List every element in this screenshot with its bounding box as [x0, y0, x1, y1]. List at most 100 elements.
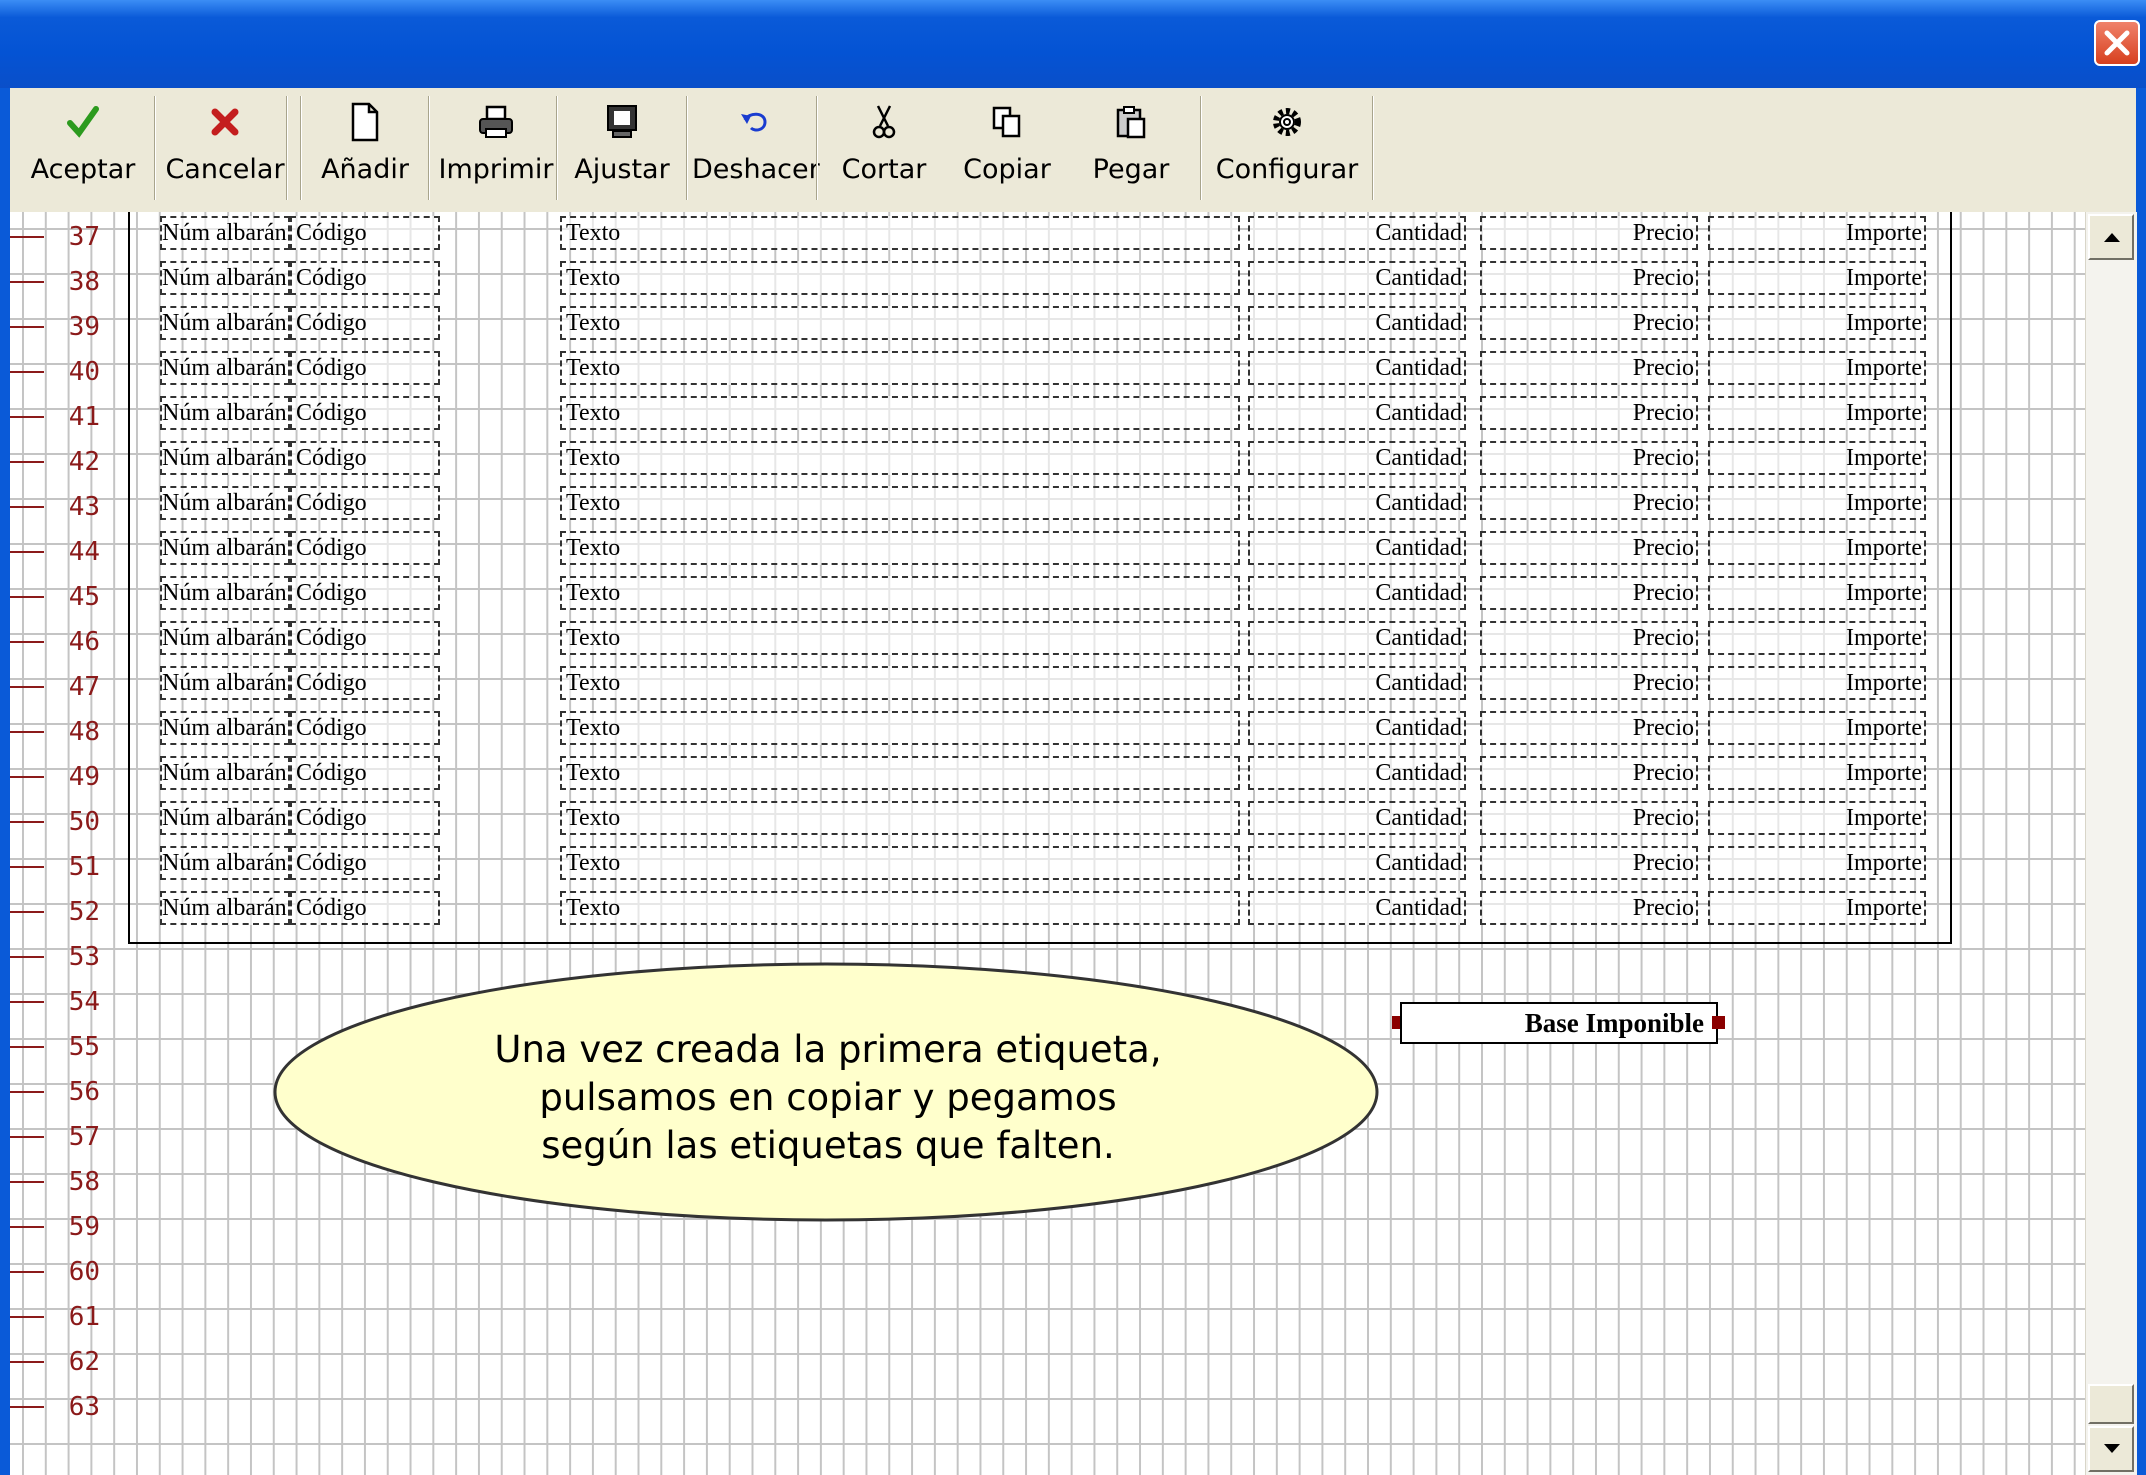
field-texto[interactable]: Texto — [560, 576, 1240, 610]
field-num-albaran[interactable]: Núm albarán — [160, 846, 290, 880]
field-codigo[interactable]: Código — [290, 531, 440, 565]
field-num-albaran[interactable]: Núm albarán — [160, 891, 290, 925]
field-num-albaran[interactable]: Núm albarán — [160, 801, 290, 835]
field-precio[interactable]: Precio — [1480, 441, 1698, 475]
field-num-albaran[interactable]: Núm albarán — [160, 711, 290, 745]
field-precio[interactable]: Precio — [1480, 261, 1698, 295]
field-precio[interactable]: Precio — [1480, 486, 1698, 520]
field-cantidad[interactable]: Cantidad — [1248, 846, 1466, 880]
field-codigo[interactable]: Código — [290, 891, 440, 925]
field-importe[interactable]: Importe — [1708, 576, 1926, 610]
field-precio[interactable]: Precio — [1480, 756, 1698, 790]
field-precio[interactable]: Precio — [1480, 576, 1698, 610]
field-texto[interactable]: Texto — [560, 666, 1240, 700]
field-importe[interactable]: Importe — [1708, 216, 1926, 250]
field-codigo[interactable]: Código — [290, 351, 440, 385]
configurar-button[interactable]: Configurar — [1206, 92, 1368, 206]
base-imponible-label[interactable]: Base Imponible — [1400, 1002, 1718, 1044]
field-cantidad[interactable]: Cantidad — [1248, 261, 1466, 295]
field-cantidad[interactable]: Cantidad — [1248, 351, 1466, 385]
aceptar-button[interactable]: Aceptar — [18, 92, 148, 206]
field-importe[interactable]: Importe — [1708, 756, 1926, 790]
field-num-albaran[interactable]: Núm albarán — [160, 486, 290, 520]
field-codigo[interactable]: Código — [290, 216, 440, 250]
field-importe[interactable]: Importe — [1708, 351, 1926, 385]
field-cantidad[interactable]: Cantidad — [1248, 486, 1466, 520]
scroll-thumb[interactable] — [2088, 1384, 2134, 1424]
cortar-button[interactable]: Cortar — [822, 92, 946, 206]
field-codigo[interactable]: Código — [290, 756, 440, 790]
field-cantidad[interactable]: Cantidad — [1248, 711, 1466, 745]
field-codigo[interactable]: Código — [290, 666, 440, 700]
field-codigo[interactable]: Código — [290, 396, 440, 430]
pegar-button[interactable]: Pegar — [1068, 92, 1194, 206]
detail-band[interactable]: Núm albarán Código Texto Cantidad Precio Impo… — [128, 212, 1952, 944]
field-importe[interactable]: Importe — [1708, 306, 1926, 340]
field-importe[interactable]: Importe — [1708, 396, 1926, 430]
scroll-down-button[interactable] — [2088, 1426, 2134, 1472]
field-importe[interactable]: Importe — [1708, 801, 1926, 835]
field-cantidad[interactable]: Cantidad — [1248, 621, 1466, 655]
field-precio[interactable]: Precio — [1480, 216, 1698, 250]
field-precio[interactable]: Precio — [1480, 621, 1698, 655]
field-precio[interactable]: Precio — [1480, 801, 1698, 835]
field-importe[interactable]: Importe — [1708, 666, 1926, 700]
field-texto[interactable]: Texto — [560, 441, 1240, 475]
field-texto[interactable]: Texto — [560, 621, 1240, 655]
field-cantidad[interactable]: Cantidad — [1248, 891, 1466, 925]
resize-handle-right[interactable] — [1712, 1016, 1725, 1029]
field-cantidad[interactable]: Cantidad — [1248, 396, 1466, 430]
deshacer-button[interactable]: Deshacer — [692, 92, 820, 206]
field-precio[interactable]: Precio — [1480, 711, 1698, 745]
field-texto[interactable]: Texto — [560, 801, 1240, 835]
copiar-button[interactable]: Copiar — [946, 92, 1068, 206]
field-cantidad[interactable]: Cantidad — [1248, 531, 1466, 565]
field-texto[interactable]: Texto — [560, 306, 1240, 340]
ajustar-button[interactable]: Ajustar — [562, 92, 682, 206]
field-texto[interactable]: Texto — [560, 216, 1240, 250]
field-codigo[interactable]: Código — [290, 486, 440, 520]
field-texto[interactable]: Texto — [560, 756, 1240, 790]
field-precio[interactable]: Precio — [1480, 306, 1698, 340]
field-cantidad[interactable]: Cantidad — [1248, 666, 1466, 700]
field-codigo[interactable]: Código — [290, 846, 440, 880]
field-importe[interactable]: Importe — [1708, 891, 1926, 925]
field-importe[interactable]: Importe — [1708, 711, 1926, 745]
field-cantidad[interactable]: Cantidad — [1248, 576, 1466, 610]
field-codigo[interactable]: Código — [290, 621, 440, 655]
field-num-albaran[interactable]: Núm albarán — [160, 351, 290, 385]
field-precio[interactable]: Precio — [1480, 891, 1698, 925]
field-precio[interactable]: Precio — [1480, 396, 1698, 430]
field-cantidad[interactable]: Cantidad — [1248, 801, 1466, 835]
field-texto[interactable]: Texto — [560, 531, 1240, 565]
imprimir-button[interactable]: Imprimir — [434, 92, 558, 206]
field-num-albaran[interactable]: Núm albarán — [160, 216, 290, 250]
field-cantidad[interactable]: Cantidad — [1248, 306, 1466, 340]
field-codigo[interactable]: Código — [290, 261, 440, 295]
field-texto[interactable]: Texto — [560, 711, 1240, 745]
field-texto[interactable]: Texto — [560, 261, 1240, 295]
field-cantidad[interactable]: Cantidad — [1248, 441, 1466, 475]
field-texto[interactable]: Texto — [560, 891, 1240, 925]
field-texto[interactable]: Texto — [560, 486, 1240, 520]
field-precio[interactable]: Precio — [1480, 846, 1698, 880]
field-num-albaran[interactable]: Núm albarán — [160, 576, 290, 610]
field-num-albaran[interactable]: Núm albarán — [160, 306, 290, 340]
field-importe[interactable]: Importe — [1708, 531, 1926, 565]
field-num-albaran[interactable]: Núm albarán — [160, 531, 290, 565]
field-codigo[interactable]: Código — [290, 711, 440, 745]
field-texto[interactable]: Texto — [560, 396, 1240, 430]
field-num-albaran[interactable]: Núm albarán — [160, 396, 290, 430]
field-codigo[interactable]: Código — [290, 801, 440, 835]
field-num-albaran[interactable]: Núm albarán — [160, 441, 290, 475]
field-codigo[interactable]: Código — [290, 306, 440, 340]
field-num-albaran[interactable]: Núm albarán — [160, 261, 290, 295]
report-design-area[interactable]: 37 38 39 40 41 42 43 44 45 46 47 48 49 50 51 52 53 54 55 56… — [10, 212, 2085, 1475]
field-importe[interactable]: Importe — [1708, 441, 1926, 475]
field-importe[interactable]: Importe — [1708, 621, 1926, 655]
field-cantidad[interactable]: Cantidad — [1248, 756, 1466, 790]
field-precio[interactable]: Precio — [1480, 666, 1698, 700]
field-importe[interactable]: Importe — [1708, 846, 1926, 880]
field-precio[interactable]: Precio — [1480, 531, 1698, 565]
anadir-button[interactable]: Añadir — [306, 92, 424, 206]
